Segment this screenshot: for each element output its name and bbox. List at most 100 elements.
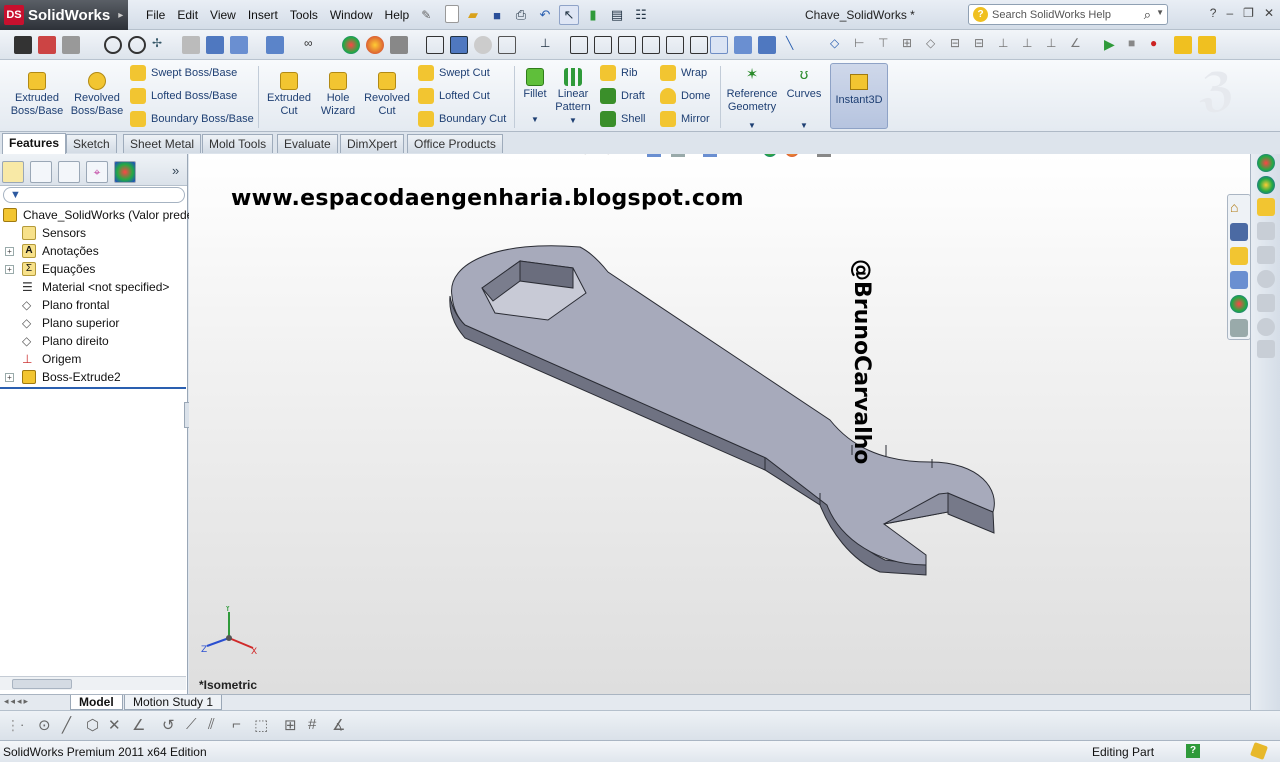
select-pointer-icon[interactable]: ↖ (559, 5, 579, 25)
previous-view-icon[interactable]: ✢ (152, 36, 170, 54)
display-style-icon[interactable] (230, 36, 248, 54)
menu-view[interactable]: View (204, 6, 242, 24)
zoom-to-fit-icon[interactable] (104, 36, 122, 54)
expand-icon[interactable]: + (5, 264, 14, 274)
appearance-icon[interactable] (342, 36, 360, 54)
view-orientation-icon[interactable] (206, 36, 224, 54)
add-relation-icon[interactable]: ⊥ (998, 36, 1016, 54)
revolved-cut-button[interactable]: Revolved Cut (360, 72, 414, 118)
tangent-relation-icon[interactable]: ∠ (1070, 36, 1088, 54)
status-help-icon[interactable]: ? (1186, 744, 1200, 758)
smart-dimension-icon[interactable]: ◇ (830, 36, 848, 54)
scene-icon[interactable] (1257, 176, 1275, 194)
normal-to-icon[interactable]: ⊥ (540, 36, 558, 54)
view-settings-icon[interactable] (390, 36, 408, 54)
line-icon[interactable]: ╱ (62, 716, 71, 734)
tab-model[interactable]: Model (70, 695, 123, 710)
record-macro-icon[interactable]: ● (1150, 36, 1168, 54)
top-view-icon[interactable] (666, 36, 684, 54)
tab-sheet-metal[interactable]: Sheet Metal (123, 134, 202, 153)
boundary-cut-button[interactable]: Boundary Cut (418, 110, 506, 128)
render-tools-icon[interactable] (38, 36, 56, 54)
trimetric-view-icon[interactable] (734, 36, 752, 54)
tree-item-plano-direito[interactable]: ◇ Plano direito (0, 332, 186, 350)
expand-icon[interactable]: + (5, 372, 14, 382)
horizontal-dimension-icon[interactable]: ⊢ (854, 36, 872, 54)
left-view-icon[interactable] (618, 36, 636, 54)
extend-icon[interactable]: ∠ (132, 716, 145, 734)
edit-appearance-icon[interactable]: ∞ (304, 36, 322, 54)
search-dropdown-icon[interactable]: ▼ (1156, 8, 1164, 17)
polygon-icon[interactable]: ⬡ (86, 716, 99, 734)
grid-icon[interactable]: # (308, 716, 316, 733)
hidden-lines-icon[interactable] (498, 36, 516, 54)
hide-show-items-icon[interactable] (266, 36, 284, 54)
play-macro-icon[interactable]: ▶ (1104, 36, 1122, 54)
tree-root[interactable]: Chave_SolidWorks (Valor predeterminado) (0, 206, 251, 224)
tab-dimxpert[interactable]: DimXpert (340, 134, 405, 153)
tab-sketch[interactable]: Sketch (66, 134, 117, 153)
dimxpert-manager-tab-icon[interactable]: ⌖ (86, 161, 108, 183)
wrench-model[interactable] (189, 154, 1250, 694)
menu-file[interactable]: File (140, 6, 171, 24)
bottom-view-icon[interactable] (690, 36, 708, 54)
mirror-entities-icon[interactable]: ⫽ (208, 716, 215, 733)
shell-button[interactable]: Shell (600, 110, 645, 128)
minimize-button[interactable]: – (1226, 6, 1233, 20)
status-tag-icon[interactable] (1250, 742, 1268, 760)
scene-icon[interactable] (366, 36, 384, 54)
options-icon[interactable]: ☷ (631, 5, 651, 25)
trim-icon[interactable]: ✕ (108, 716, 121, 734)
back-view-icon[interactable] (594, 36, 612, 54)
tree-item-equacoes[interactable]: + Σ Equações (0, 260, 186, 278)
extruded-boss-button[interactable]: Extruded Boss/Base (8, 72, 66, 118)
panel-expand-icon[interactable]: » (172, 163, 179, 178)
ordinate-dimension-icon[interactable]: ◇ (926, 36, 944, 54)
photo-icon[interactable] (62, 36, 80, 54)
lofted-boss-button[interactable]: Lofted Boss/Base (130, 87, 237, 105)
linear-pattern-dropdown-icon[interactable]: ▼ (552, 114, 594, 127)
restore-button[interactable]: ❐ (1243, 6, 1254, 20)
tab-features[interactable]: Features (2, 133, 67, 154)
linear-pattern-button[interactable]: Linear Pattern ▼ (552, 68, 594, 127)
menu-edit[interactable]: Edit (171, 6, 204, 24)
home-icon[interactable]: ⌂ (1230, 199, 1248, 217)
file-explorer-icon[interactable] (1230, 247, 1248, 265)
tree-item-material[interactable]: ☰ Material <not specified> (0, 278, 186, 296)
tree-horizontal-scrollbar[interactable] (0, 676, 186, 690)
logo-arrow-icon[interactable]: ▸ (118, 10, 123, 21)
dome-button[interactable]: Dome (660, 87, 710, 105)
reference-geometry-button[interactable]: ✶ Reference Geometry ▼ (724, 67, 780, 132)
instant3d-button[interactable]: Instant3D (830, 63, 888, 129)
revolved-boss-button[interactable]: Revolved Boss/Base (68, 72, 126, 118)
configuration-manager-tab-icon[interactable] (58, 161, 80, 183)
zoom-area-icon[interactable] (128, 36, 146, 54)
menu-insert[interactable]: Insert (242, 6, 284, 24)
swept-boss-button[interactable]: Swept Boss/Base (130, 64, 237, 82)
property-manager-tab-icon[interactable] (30, 161, 52, 183)
point-icon[interactable]: · (20, 717, 24, 732)
boundary-boss-button[interactable]: Boundary Boss/Base (130, 110, 254, 128)
auto-dimension-icon[interactable]: ⊟ (974, 36, 992, 54)
undo-icon[interactable]: ↶ (535, 5, 555, 25)
draft-button[interactable]: Draft (600, 87, 645, 105)
tab-mold-tools[interactable]: Mold Tools (202, 134, 274, 153)
expand-icon[interactable]: + (5, 246, 14, 256)
front-view-icon[interactable] (570, 36, 588, 54)
camera-icon[interactable] (14, 36, 32, 54)
rib-button[interactable]: Rib (600, 64, 638, 82)
shaded-icon[interactable] (474, 36, 492, 54)
edit-macro-icon[interactable] (1198, 36, 1216, 54)
wireframe-icon[interactable] (426, 36, 444, 54)
fix-relation-icon[interactable]: ⊥ (1046, 36, 1064, 54)
app-logo[interactable]: DS SolidWorks ▸ (0, 0, 128, 30)
display-manager-tab-icon[interactable] (114, 161, 136, 183)
mirror-button[interactable]: Mirror (660, 110, 710, 128)
tree-item-anotacoes[interactable]: + A Anotações (0, 242, 186, 260)
open-folder-icon[interactable]: ▰ (463, 5, 483, 25)
isometric-view-icon[interactable] (710, 36, 728, 54)
chamfer-dimension-icon[interactable]: ⊟ (950, 36, 968, 54)
curves-dropdown-icon[interactable]: ▼ (784, 119, 824, 132)
menu-window[interactable]: Window (324, 6, 379, 24)
file-properties-icon[interactable]: ▤ (607, 5, 627, 25)
